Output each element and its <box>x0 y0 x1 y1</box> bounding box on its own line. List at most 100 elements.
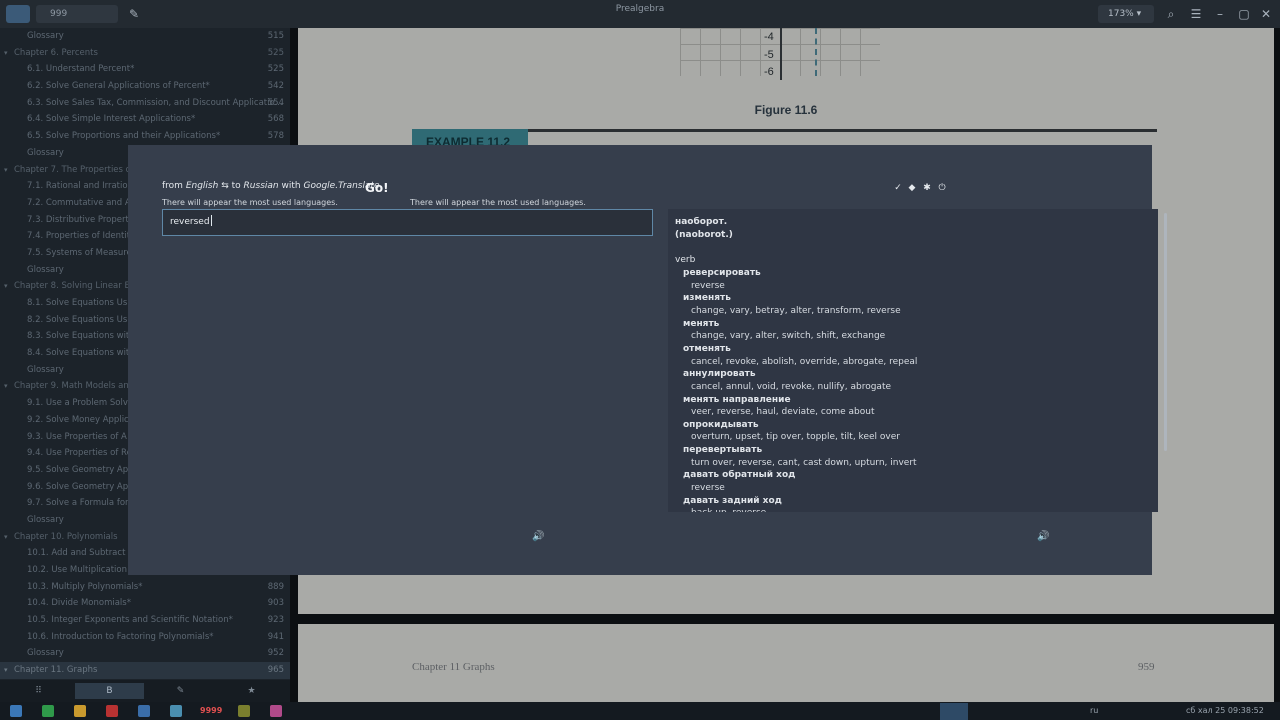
app-icon[interactable] <box>42 705 54 717</box>
toc-chapter[interactable]: ▾ Chapter 11. Graphs 965 <box>0 662 290 679</box>
translation-synonyms: change, vary, alter, switch, shift, exch… <box>691 331 886 342</box>
go-button[interactable]: Go! <box>365 181 389 195</box>
swap-languages-icon[interactable]: ⇆ <box>221 181 229 191</box>
badge-count[interactable]: 9999 <box>200 705 222 717</box>
toc-page-number: 568 <box>267 114 284 125</box>
language-selector[interactable]: from English ⇆ to Russian with Google.Tr… <box>162 181 380 191</box>
result-headline: наоборот. <box>675 217 728 227</box>
page-footer-number: 959 <box>1138 661 1155 673</box>
active-window-indicator[interactable] <box>940 703 968 720</box>
sidebar-tabs: ⠿ B ✎ ★ <box>0 680 290 702</box>
pin-icon[interactable]: ◆ <box>906 182 918 194</box>
toc-label: 9.6. Solve Geometry App <box>27 481 134 492</box>
app-icon[interactable] <box>170 705 182 717</box>
toc-label: 9.5. Solve Geometry App <box>27 464 134 475</box>
toc-label: Glossary <box>27 264 64 275</box>
toc-item[interactable]: 10.4. Divide Monomials* 903 <box>0 595 290 612</box>
browser-icon[interactable] <box>138 705 150 717</box>
toc-label: 8.1. Solve Equations Usin <box>27 298 136 308</box>
toc-label: Chapter 7. The Properties o <box>14 164 131 175</box>
tab-thumbnails[interactable]: ⠿ <box>4 683 73 699</box>
recent-languages-hint: There will appear the most used language… <box>410 198 586 207</box>
menu-icon[interactable]: ☰ <box>1188 6 1204 22</box>
toc-label: 7.1. Rational and Irration <box>27 181 133 192</box>
toc-chapter[interactable]: ▾ Chapter 6. Percents 525 <box>0 45 290 62</box>
toc-item[interactable]: 10.3. Multiply Polynomials* 889 <box>0 579 290 596</box>
toc-item[interactable]: 6.5. Solve Proportions and their Applica… <box>0 128 290 145</box>
toc-label: 10.2. Use Multiplication P <box>27 565 135 575</box>
maximize-icon[interactable]: ▢ <box>1236 6 1252 22</box>
clock[interactable]: сб хал 25 09:38:52 <box>1186 705 1264 717</box>
translation-word: реверсировать <box>683 268 761 278</box>
tab-bookmarks[interactable]: ★ <box>217 683 286 699</box>
page-number-value: 999 <box>50 9 68 19</box>
toc-label: 6.2. Solve General Applications of Perce… <box>27 81 210 92</box>
chevron-down-icon[interactable]: ▾ <box>4 662 8 679</box>
toc-page-number: 965 <box>267 665 284 676</box>
toc-item[interactable]: 6.1. Understand Percent* 525 <box>0 61 290 78</box>
toc-label: 8.3. Solve Equations with <box>27 331 135 342</box>
check-icon[interactable]: ✓ <box>892 182 904 194</box>
screen: 999 ✎ Prealgebra 173% ▾ ⌕ ☰ – ▢ ✕ Glossa… <box>0 0 1280 720</box>
y-tick-label: -4 <box>764 31 774 43</box>
toc-label: 7.3. Distributive Propert <box>27 214 129 225</box>
text-cursor <box>210 215 212 226</box>
keyboard-layout[interactable]: ru <box>1090 705 1098 717</box>
toc-label: Glossary <box>27 514 64 525</box>
translation-word: перевертывать <box>683 445 763 456</box>
chevron-down-icon[interactable]: ▾ <box>4 529 8 546</box>
chevron-down-icon[interactable]: ▾ <box>4 45 8 62</box>
search-icon[interactable]: ⌕ <box>1163 6 1179 22</box>
taskbar: 9999 ru сб хал 25 09:38:52 <box>0 702 1280 720</box>
toc-label: Chapter 8. Solving Linear Eq <box>14 281 136 292</box>
translation-word: опрокидывать <box>683 419 759 430</box>
chevron-down-icon[interactable]: ▾ <box>4 162 8 179</box>
toc-label: 9.3. Use Properties of A <box>27 431 127 442</box>
zoom-select[interactable]: 173% ▾ <box>1098 5 1154 23</box>
toc-item[interactable]: 6.2. Solve General Applications of Perce… <box>0 78 290 95</box>
toc-label: Glossary <box>27 31 64 41</box>
chevron-down-icon[interactable]: ▾ <box>4 378 8 395</box>
page-number-field[interactable]: 999 <box>36 5 118 23</box>
toc-item[interactable]: Glossary 952 <box>0 645 290 662</box>
toc-label: 6.3. Solve Sales Tax, Commission, and Di… <box>27 97 283 108</box>
result-scrollbar[interactable] <box>1164 213 1167 451</box>
translation-result[interactable]: наоборот. (naoborot.) verb реверсировать… <box>668 209 1158 512</box>
toc-label: 8.4. Solve Equations with <box>27 348 135 359</box>
source-text-input[interactable]: reversed <box>162 209 653 236</box>
result-transliteration: (naoborot.) <box>675 230 733 240</box>
toc-page-number: 923 <box>267 615 284 626</box>
toc-label: 10.3. Multiply Polynomials* <box>27 581 143 592</box>
speaker-icon[interactable]: 🔊 <box>532 531 544 543</box>
toc-item[interactable]: 6.3. Solve Sales Tax, Commission, and Di… <box>0 95 290 112</box>
power-icon[interactable]: ⏻ <box>936 182 948 194</box>
folder-icon[interactable] <box>74 705 86 717</box>
pen-icon[interactable]: ✎ <box>126 6 142 22</box>
toc-page-number: 542 <box>267 81 284 92</box>
toc-label: Glossary <box>27 648 64 659</box>
chevron-down-icon[interactable]: ▾ <box>4 278 8 295</box>
toc-label: 9.1. Use a Problem Solvi <box>27 398 131 409</box>
minimize-icon[interactable]: – <box>1212 6 1228 22</box>
toc-item[interactable]: 10.6. Introduction to Factoring Polynomi… <box>0 629 290 646</box>
toc-item[interactable]: 10.5. Integer Exponents and Scientific N… <box>0 612 290 629</box>
toc-label: 6.4. Solve Simple Interest Applications* <box>27 114 196 125</box>
target-language[interactable]: Russian <box>244 181 279 191</box>
tab-annotations[interactable]: ✎ <box>146 683 215 699</box>
toc-item[interactable]: Glossary 515 <box>0 28 290 45</box>
recent-languages-hint: There will appear the most used language… <box>162 198 338 207</box>
app-icon[interactable] <box>238 705 250 717</box>
speaker-icon[interactable]: 🔊 <box>1037 531 1049 543</box>
source-language[interactable]: English <box>186 181 219 191</box>
app-icon[interactable] <box>106 705 118 717</box>
toc-item[interactable]: 6.4. Solve Simple Interest Applications*… <box>0 111 290 128</box>
toc-page-number: 952 <box>267 648 284 659</box>
tab-outline[interactable]: B <box>75 683 144 699</box>
translation-word: давать задний ход <box>683 495 782 506</box>
app-icon[interactable] <box>10 705 22 717</box>
close-icon[interactable]: ✕ <box>1258 6 1274 22</box>
settings-icon[interactable]: ✱ <box>921 182 933 194</box>
app-icon[interactable] <box>270 705 282 717</box>
translation-word: менять направление <box>683 394 791 405</box>
sidebar-toggle-button[interactable] <box>6 5 30 23</box>
